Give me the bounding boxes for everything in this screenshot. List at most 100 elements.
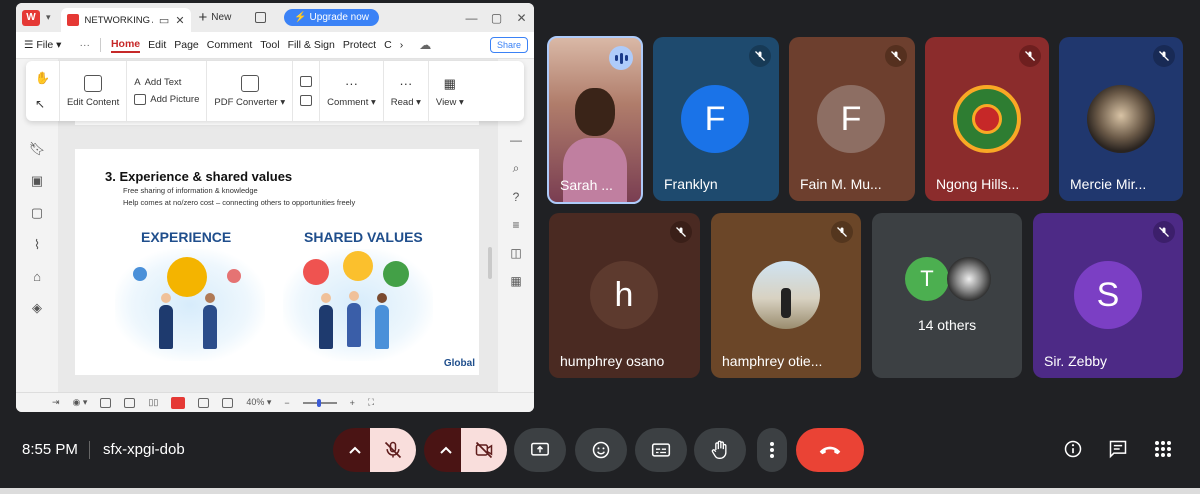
- present-screen-button[interactable]: [514, 428, 566, 472]
- single-page-icon[interactable]: [100, 397, 112, 408]
- minus-icon[interactable]: —: [510, 133, 522, 147]
- captions-button[interactable]: [635, 428, 687, 472]
- divider: [99, 38, 101, 52]
- menu-page[interactable]: Page: [174, 39, 199, 51]
- export-icon[interactable]: ⇥: [52, 397, 60, 408]
- two-page-icon[interactable]: ▯▯: [148, 397, 158, 408]
- attachment-icon[interactable]: ⌇: [34, 237, 40, 253]
- status-bar: ⇥ ◉ ▾ ▯▯ 40% ▾ − + ⛶: [16, 392, 534, 412]
- participant-tile-sarah[interactable]: Sarah ...: [547, 36, 643, 204]
- menu-comment[interactable]: Comment: [207, 39, 253, 51]
- convert-to-image-icon[interactable]: [300, 95, 313, 106]
- reactions-button[interactable]: [575, 428, 627, 472]
- edit-content-icon: [84, 74, 103, 92]
- participant-tile-ngong-hills[interactable]: Ngong Hills...: [925, 37, 1049, 201]
- menu-edit[interactable]: Edit: [148, 39, 166, 51]
- divider: [89, 441, 90, 459]
- raise-hand-button[interactable]: [694, 428, 746, 472]
- participant-name: Fain M. Mu...: [800, 176, 882, 192]
- menu-home[interactable]: Home: [110, 38, 141, 53]
- participant-tile-franklyn[interactable]: F Franklyn: [653, 37, 779, 201]
- participant-name: Sarah ...: [560, 177, 613, 193]
- camera-toggle-button[interactable]: [461, 428, 507, 472]
- hand-tool-icon[interactable]: ✋: [35, 71, 50, 85]
- layers-icon[interactable]: ◈: [32, 300, 42, 316]
- new-tab-button[interactable]: + New: [199, 9, 232, 26]
- person-head: [349, 291, 359, 301]
- fullscreen-icon[interactable]: ⛶: [368, 397, 374, 408]
- participant-tile-others[interactable]: T 14 others: [872, 213, 1022, 378]
- fit-width-icon[interactable]: [198, 397, 210, 408]
- activities-button[interactable]: [1151, 437, 1175, 461]
- zoom-level[interactable]: 40% ▾: [246, 397, 271, 408]
- chat-icon: [1109, 440, 1127, 459]
- grid-icon[interactable]: ▦: [510, 274, 521, 288]
- view-button[interactable]: ▦ View ▾: [429, 61, 471, 121]
- eye-icon[interactable]: ◉ ▾: [73, 397, 88, 408]
- file-menu[interactable]: ☰ File ▾: [24, 39, 61, 51]
- help-icon[interactable]: ?: [513, 190, 520, 204]
- thumbnail-icon[interactable]: ▣: [31, 173, 43, 189]
- participant-name: Mercie Mir...: [1070, 176, 1147, 192]
- leave-call-button[interactable]: [796, 428, 864, 472]
- book-icon[interactable]: ◫: [510, 246, 521, 260]
- more-options-button[interactable]: [757, 428, 787, 472]
- person-head: [377, 293, 387, 303]
- page-line-1: Free sharing of information & knowledge: [123, 186, 258, 195]
- participant-tile-fain[interactable]: F Fain M. Mu...: [789, 37, 915, 201]
- zoom-in-icon[interactable]: +: [350, 398, 355, 408]
- screen-icon[interactable]: ▭: [159, 14, 169, 27]
- play-icon[interactable]: [171, 396, 186, 409]
- fit-page-icon[interactable]: [222, 397, 234, 408]
- wps-logo[interactable]: W: [22, 9, 40, 26]
- read-dots-icon: ···: [399, 75, 413, 91]
- menu-protect[interactable]: Protect: [343, 39, 376, 51]
- bookmark-icon[interactable]: 🔖︎: [29, 141, 46, 157]
- settings-sliders-icon[interactable]: ≡: [512, 218, 519, 232]
- global-networks-logo: Global: [443, 358, 475, 369]
- search-icon[interactable]: ⌕: [513, 161, 520, 176]
- trophy-icon: [167, 257, 207, 297]
- convert-icon[interactable]: [300, 76, 313, 87]
- participant-tile-humphrey-osano[interactable]: h humphrey osano: [549, 213, 700, 378]
- minimize-icon[interactable]: —: [459, 11, 484, 25]
- menu-tool[interactable]: Tool: [260, 39, 279, 51]
- close-icon[interactable]: ✕: [509, 11, 534, 25]
- participant-tile-mercie[interactable]: Mercie Mir...: [1059, 37, 1183, 201]
- comment-icon[interactable]: ▢: [31, 205, 43, 221]
- puzzle-piece-icon: [383, 261, 409, 287]
- zoom-slider[interactable]: [302, 398, 337, 407]
- cloud-sync-icon[interactable]: ☁: [419, 38, 431, 52]
- continuous-icon[interactable]: [124, 397, 136, 408]
- more-icon[interactable]: ···: [79, 39, 90, 51]
- share-button[interactable]: Share: [489, 37, 528, 53]
- signature-icon[interactable]: ⌂: [33, 269, 41, 284]
- close-tab-icon[interactable]: ✕: [175, 14, 184, 27]
- participant-tile-sir-zebby[interactable]: S Sir. Zebby: [1033, 213, 1183, 378]
- add-text-button[interactable]: A Add Text: [134, 77, 181, 88]
- edit-content-button[interactable]: Edit Content: [60, 61, 128, 121]
- upgrade-button[interactable]: ⚡ Upgrade now: [284, 9, 380, 26]
- comment-button[interactable]: ··· Comment ▾: [320, 61, 384, 121]
- pdf-converter-button[interactable]: PDF Converter ▾: [207, 61, 294, 121]
- select-tool-icon[interactable]: ↖: [35, 97, 50, 111]
- meeting-info-button[interactable]: [1061, 437, 1085, 461]
- maximize-icon[interactable]: ▢: [484, 11, 509, 25]
- participant-tile-hamphrey[interactable]: hamphrey otie...: [711, 213, 861, 378]
- chevron-down-icon[interactable]: ▾: [46, 12, 51, 23]
- chevron-right-icon[interactable]: ›: [400, 39, 404, 51]
- menu-fill-sign[interactable]: Fill & Sign: [288, 39, 335, 51]
- add-picture-button[interactable]: Add Picture: [134, 94, 199, 105]
- menu-more[interactable]: C: [384, 39, 392, 51]
- tab-overview-icon[interactable]: [255, 12, 267, 23]
- read-button[interactable]: ··· Read ▾: [384, 61, 429, 121]
- zoom-out-icon[interactable]: −: [284, 398, 289, 408]
- mic-toggle-button[interactable]: [370, 428, 416, 472]
- chat-button[interactable]: [1106, 437, 1130, 461]
- others-count: 14 others: [917, 317, 977, 333]
- mic-off-icon: [1019, 45, 1041, 67]
- person-figure: [347, 303, 361, 347]
- scrollbar[interactable]: [488, 247, 492, 279]
- document-tab[interactable]: NETWORKING AND ▭ ✕: [60, 8, 191, 32]
- mic-off-icon: [749, 45, 771, 67]
